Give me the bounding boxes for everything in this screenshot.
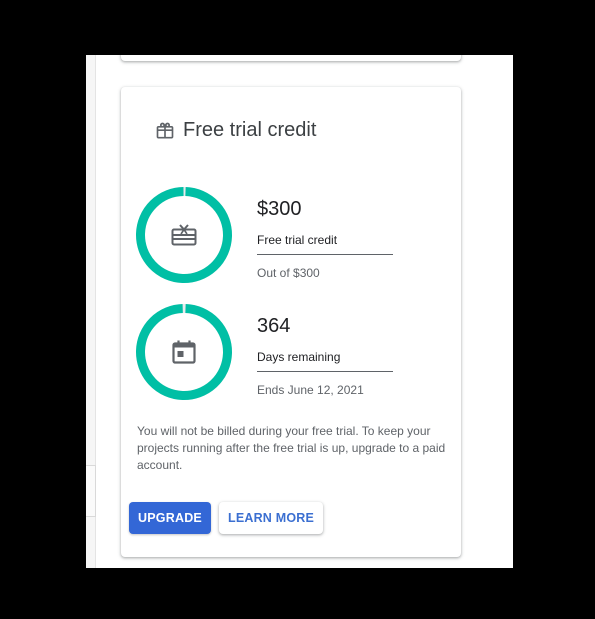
- days-divider: [257, 371, 393, 372]
- gift-card-icon: [169, 220, 199, 250]
- credit-metric: $300 Free trial credit Out of $300: [135, 186, 445, 286]
- days-label: Days remaining: [257, 350, 341, 364]
- upgrade-button[interactable]: UPGRADE: [129, 502, 211, 534]
- calendar-icon: [169, 337, 199, 367]
- days-metric: 364 Days remaining Ends June 12, 2021: [135, 303, 445, 403]
- free-trial-card: Free trial credit $300 Free trial credit…: [121, 87, 461, 557]
- card-title: Free trial credit: [183, 119, 317, 141]
- credit-divider: [257, 254, 393, 255]
- days-value: 364: [257, 315, 291, 337]
- days-progress-ring: [135, 303, 233, 401]
- credit-progress-ring: [135, 186, 233, 284]
- learn-more-button[interactable]: LEARN MORE: [219, 502, 323, 534]
- left-panel-item[interactable]: [86, 465, 96, 517]
- credit-label: Free trial credit: [257, 233, 338, 247]
- card-header: Free trial credit: [155, 119, 316, 142]
- credit-subtext: Out of $300: [257, 266, 320, 280]
- console-page: Free trial credit $300 Free trial credit…: [86, 55, 513, 568]
- gift-icon: [155, 121, 175, 141]
- trial-description: You will not be billed during your free …: [137, 424, 446, 472]
- previous-card: [121, 55, 461, 61]
- days-subtext: Ends June 12, 2021: [257, 383, 364, 397]
- credit-value: $300: [257, 198, 302, 220]
